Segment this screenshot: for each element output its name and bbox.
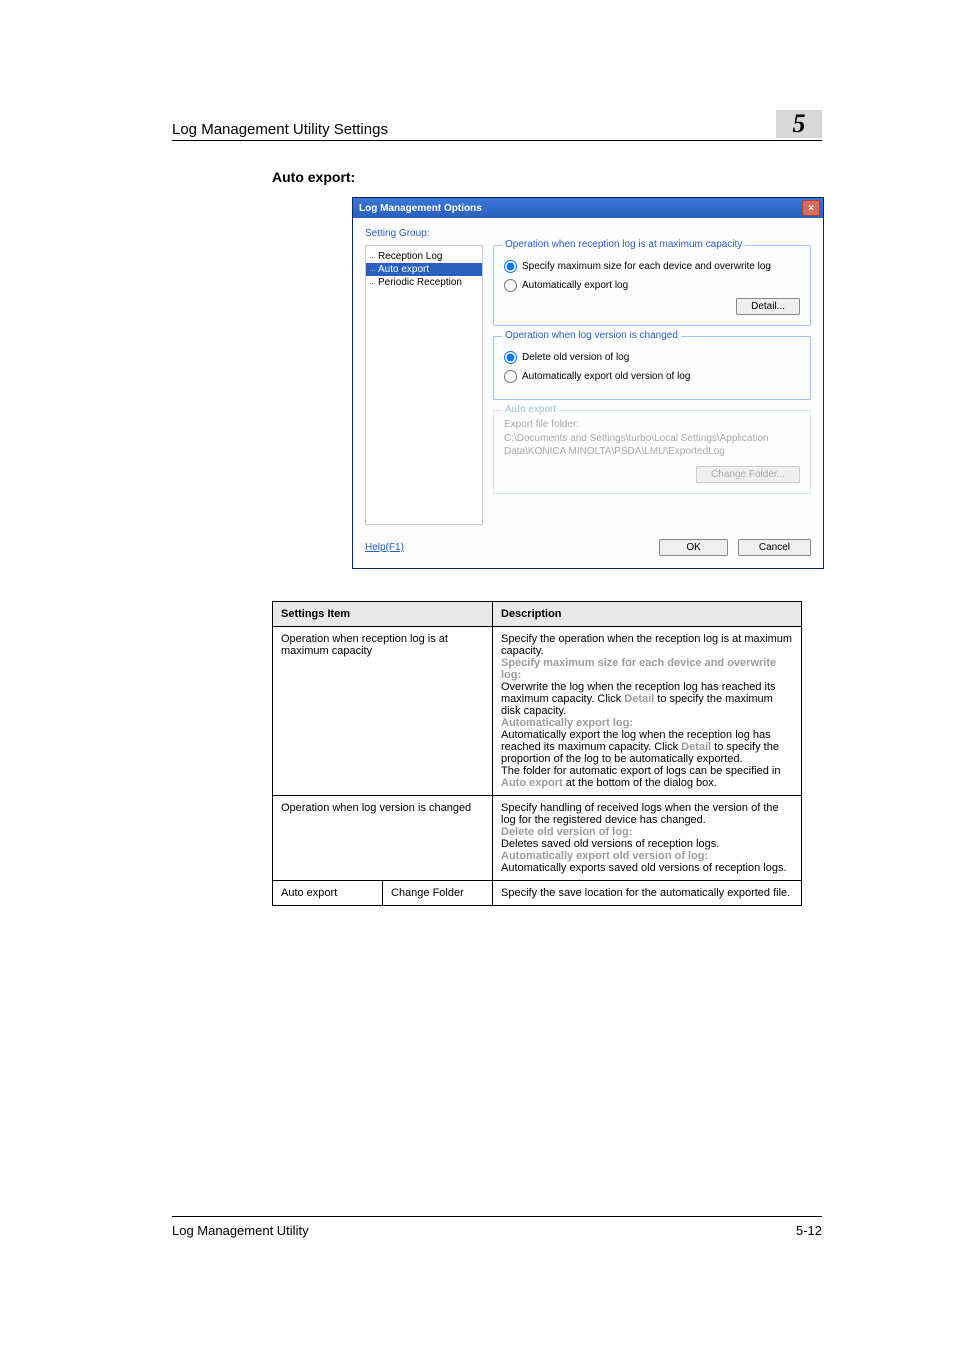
radio-label: Automatically export log (522, 280, 628, 291)
desc-option: Delete old version of log (501, 826, 629, 838)
help-link[interactable]: Help(F1) (365, 542, 404, 553)
desc-text: Automatically exports saved old versions… (501, 862, 787, 874)
setting-group-label: Setting Group: (365, 228, 811, 239)
close-icon[interactable]: × (802, 200, 820, 216)
page-number: 5-12 (796, 1223, 822, 1238)
desc-colon: : (629, 717, 633, 729)
desc-text: at the bottom of the dialog box. (563, 777, 717, 789)
desc-colon: : (518, 669, 522, 681)
cell-subitem: Change Folder (383, 881, 493, 906)
desc-link: Detail (624, 693, 654, 705)
radio-auto-export-old[interactable]: Automatically export old version of log (504, 370, 800, 383)
dialog-log-management-options: Log Management Options × Setting Group: … (352, 197, 824, 569)
dialog-title: Log Management Options (359, 203, 482, 214)
desc-colon: : (629, 826, 633, 838)
radio-input[interactable] (504, 351, 517, 364)
desc-text: Specify the operation when the reception… (501, 633, 792, 657)
radio-delete-old[interactable]: Delete old version of log (504, 351, 800, 364)
desc-option: Specify maximum size for each device and… (501, 657, 776, 681)
cell-description: Specify the operation when the reception… (493, 627, 802, 796)
cell-item: Operation when log version is changed (273, 796, 493, 881)
radio-input[interactable] (504, 279, 517, 292)
desc-text: The folder for automatic export of logs … (501, 765, 780, 777)
running-header: Log Management Utility Settings (172, 121, 388, 138)
desc-option: Automatically export log (501, 717, 629, 729)
fieldset-auto-export: Auto export Export file folder: C:\Docum… (493, 410, 811, 494)
radio-input[interactable] (504, 260, 517, 273)
fieldset-legend: Operation when log version is changed (502, 330, 681, 341)
radio-input[interactable] (504, 370, 517, 383)
desc-text: Specify handling of received logs when t… (501, 802, 779, 826)
fieldset-max-capacity: Operation when reception log is at maxim… (493, 245, 811, 326)
tree-item-reception-log[interactable]: Reception Log (366, 250, 482, 263)
change-folder-button: Change Folder... (696, 466, 800, 483)
tree-item-periodic-reception[interactable]: Periodic Reception (366, 276, 482, 289)
cancel-button[interactable]: Cancel (738, 539, 811, 556)
export-folder-label: Export file folder: (504, 419, 800, 430)
section-heading: Auto export: (272, 169, 822, 185)
cell-item: Operation when reception log is at maxim… (273, 627, 493, 796)
radio-label: Automatically export old version of log (522, 371, 690, 382)
cell-description: Specify the save location for the automa… (493, 881, 802, 906)
desc-text: Deletes saved old versions of reception … (501, 838, 719, 850)
fieldset-legend: Operation when reception log is at maxim… (502, 239, 745, 250)
table-header-item: Settings Item (273, 602, 493, 627)
ok-button[interactable]: OK (659, 539, 727, 556)
chapter-number: 5 (793, 109, 806, 139)
fieldset-legend: Auto export (502, 404, 559, 415)
radio-label: Delete old version of log (522, 352, 629, 363)
page-footer: Log Management Utility 5-12 (172, 1216, 822, 1238)
desc-link: Auto export (501, 777, 563, 789)
radio-specify-max-size[interactable]: Specify maximum size for each device and… (504, 260, 800, 273)
fieldset-version-changed: Operation when log version is changed De… (493, 336, 811, 400)
chapter-indicator: 5 (770, 110, 822, 138)
detail-button[interactable]: Detail... (736, 298, 800, 315)
radio-auto-export-log[interactable]: Automatically export log (504, 279, 800, 292)
desc-link: Detail (681, 741, 711, 753)
desc-colon: : (705, 850, 709, 862)
tree-item-auto-export[interactable]: Auto export (366, 263, 482, 276)
export-folder-path: C:\Documents and Settings\turbo\Local Se… (504, 432, 800, 458)
table-row: Operation when reception log is at maxim… (273, 627, 802, 796)
settings-tree[interactable]: Reception Log Auto export Periodic Recep… (365, 245, 483, 525)
cell-description: Specify handling of received logs when t… (493, 796, 802, 881)
radio-label: Specify maximum size for each device and… (522, 261, 771, 272)
cell-item: Auto export (273, 881, 383, 906)
settings-table: Settings Item Description Operation when… (272, 601, 802, 906)
table-row: Operation when log version is changed Sp… (273, 796, 802, 881)
desc-option: Automatically export old version of log (501, 850, 705, 862)
table-header-description: Description (493, 602, 802, 627)
footer-title: Log Management Utility (172, 1223, 309, 1238)
dialog-titlebar: Log Management Options × (353, 198, 823, 218)
table-row: Auto export Change Folder Specify the sa… (273, 881, 802, 906)
